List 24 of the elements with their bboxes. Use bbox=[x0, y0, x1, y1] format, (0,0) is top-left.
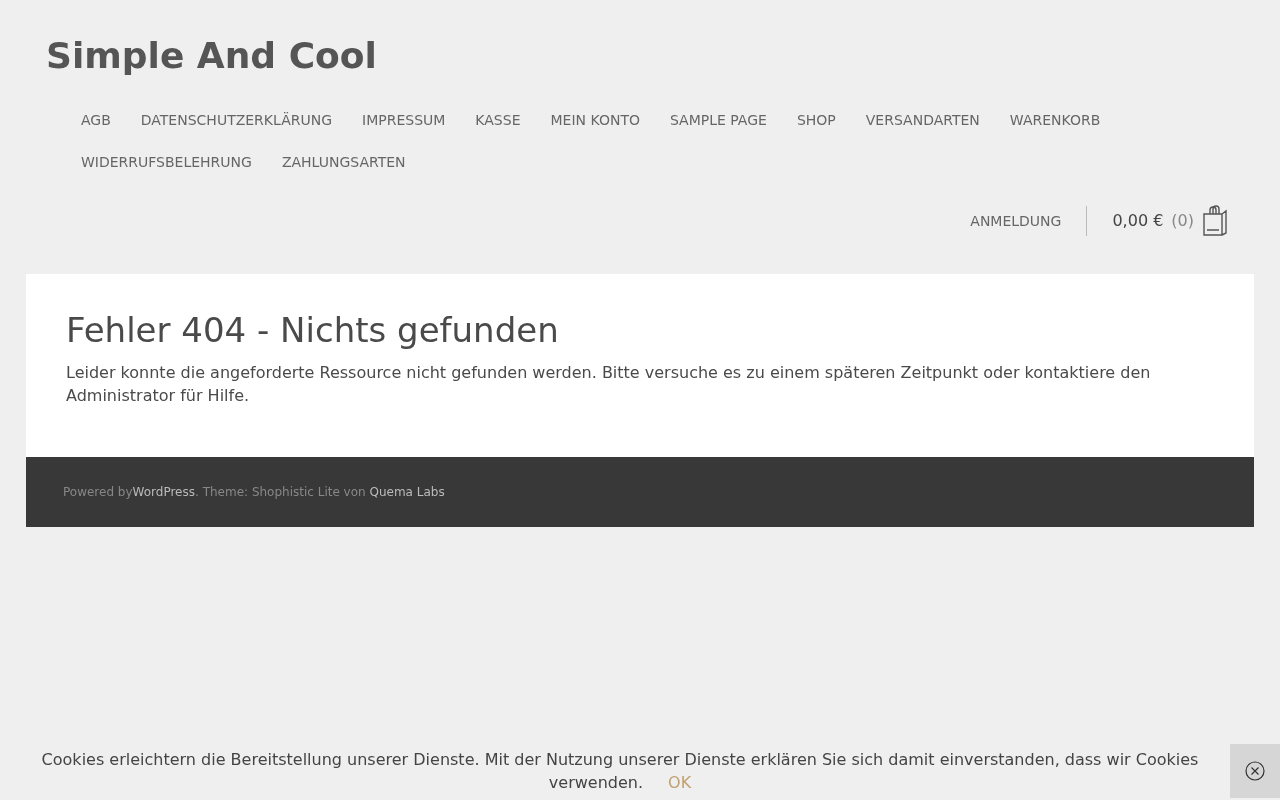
menu-link[interactable]: IMPRESSUM bbox=[347, 99, 461, 142]
menu-link[interactable]: SAMPLE PAGE bbox=[654, 99, 782, 142]
close-button[interactable] bbox=[1230, 744, 1280, 798]
close-icon bbox=[1245, 761, 1265, 781]
error-message: Leider konnte die angeforderte Ressource nicht gefunden werden. Bitte versuche es zu einem späteren Zeitpunkt oder kontaktiere den Administrator für Hilfe. bbox=[66, 362, 1152, 407]
menu-link[interactable]: DATENSCHUTZERKLÄRUNG bbox=[125, 99, 348, 142]
author-link[interactable]: Quema Labs bbox=[369, 485, 445, 499]
login-link[interactable]: ANMELDUNG bbox=[970, 206, 1088, 237]
menu-link[interactable]: KASSE bbox=[460, 99, 536, 142]
menu-link[interactable]: MEIN KONTO bbox=[535, 99, 655, 142]
menu-link[interactable]: SHOP bbox=[781, 99, 851, 142]
footer-credit: Powered byWordPress. Theme: Shophistic Lite von Quema Labs bbox=[63, 484, 446, 501]
menu-link[interactable]: ZAHLUNGSARTEN bbox=[266, 141, 421, 184]
menu-link[interactable]: AGB bbox=[66, 99, 126, 142]
shopping-bag-icon[interactable] bbox=[1202, 205, 1228, 238]
cart-count[interactable]: (0) bbox=[1171, 209, 1194, 234]
site-title: Simple And Cool bbox=[45, 34, 378, 78]
cookie-notice: Cookies erleichtern die Bereitstellung unserer Dienste. Mit der Nutzung unserer Dienste erklären Sie sich damit einverstanden, dass wir Cookies verwenden. OK bbox=[40, 749, 1200, 794]
menu-link[interactable]: WARENKORB bbox=[994, 99, 1116, 142]
menu-link[interactable]: WIDERRUFSBELEHRUNG bbox=[66, 141, 267, 184]
page-heading: Fehler 404 - Nichts gefunden bbox=[66, 310, 560, 351]
menu-link[interactable]: VERSANDARTEN bbox=[850, 99, 995, 142]
cart-total[interactable]: 0,00 € bbox=[1112, 209, 1164, 234]
wordpress-link[interactable]: WordPress bbox=[132, 485, 195, 499]
